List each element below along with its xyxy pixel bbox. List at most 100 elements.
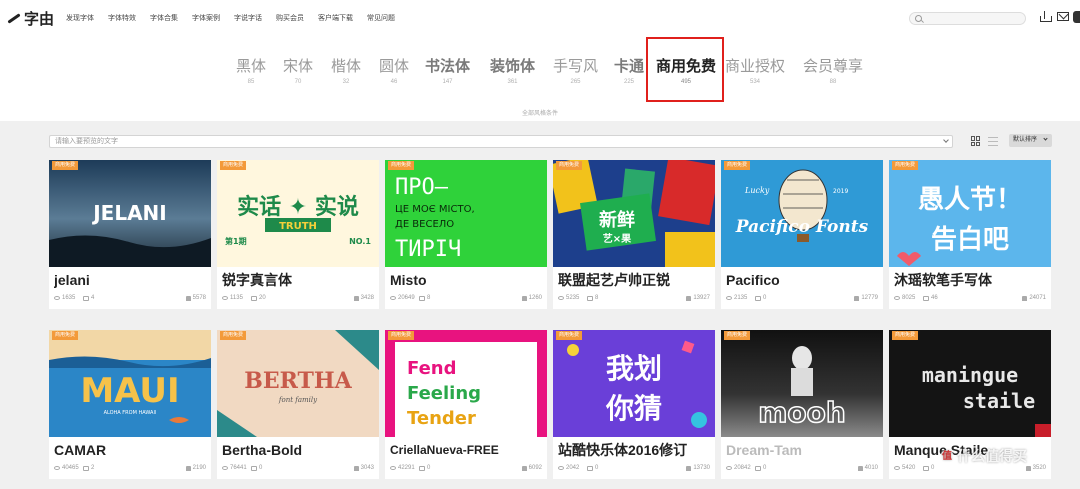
comment-icon — [755, 295, 761, 301]
upload-icon[interactable] — [1039, 11, 1052, 22]
likes-stat[interactable]: 4010 — [857, 465, 878, 471]
likes-stat[interactable]: 3520 — [1025, 465, 1046, 471]
font-title[interactable]: Dream-Tam — [726, 441, 802, 459]
font-card[interactable]: 实话 ✦ 实说 TRUTH 第1期 NO.1 商用免费 锐字真言体 1135 2… — [217, 160, 379, 309]
font-title[interactable]: jelani — [54, 271, 90, 289]
font-preview-image[interactable]: mooh 商用免费 — [721, 330, 883, 437]
category-commercial-license[interactable]: 商业授权 534 — [725, 56, 785, 85]
comment-icon — [419, 465, 425, 471]
nav-item-download[interactable]: 客户端下载 — [318, 13, 353, 23]
category-heiti[interactable]: 黑体 85 — [236, 56, 266, 85]
all-styles-link[interactable]: 全部风格条件 — [0, 108, 1080, 117]
views-count: 1635 — [62, 295, 76, 301]
avatar[interactable] — [1073, 11, 1080, 23]
views-stat: 76441 — [222, 465, 247, 471]
views-stat: 2135 — [726, 295, 747, 301]
font-preview-image[interactable]: 新鲜 艺×果 商用免费 — [553, 160, 715, 267]
likes-stat[interactable]: 3043 — [353, 465, 374, 471]
font-card[interactable]: MAUI ALOHA FROM HAWAII 商用免费 CAMAR 40465 … — [49, 330, 211, 479]
top-nav-bar: 字由 发现字体 字体特效 字体合集 字体案例 字说字话 购买会员 客户端下载 常… — [0, 0, 1080, 36]
category-cartoon[interactable]: 卡通 225 — [614, 56, 644, 85]
comment-icon — [251, 295, 257, 301]
font-title[interactable]: 沐瑶软笔手写体 — [894, 271, 992, 289]
comments-count: 0 — [427, 465, 431, 471]
likes-stat[interactable]: 3428 — [353, 295, 374, 301]
font-preview-image[interactable]: ПРО— ЦЕ МОЄ МІСТО, ДЕ ВЕСЕЛО ТИРІЧ 商用免费 — [385, 160, 547, 267]
views-stat: 2042 — [558, 465, 579, 471]
chevron-down-icon[interactable] — [943, 137, 949, 143]
category-calligraphy[interactable]: 书法体 147 — [425, 56, 470, 85]
font-preview-image[interactable]: maningue staile 商用免费 — [889, 330, 1051, 437]
preview-text: Fend — [407, 358, 456, 379]
nav-item-discover[interactable]: 发现字体 — [66, 13, 94, 23]
card-stats: 40465 2 2190 — [54, 465, 206, 474]
font-title[interactable]: CriellaNueva-FREE — [390, 441, 499, 459]
preview-subtext: TRUTH — [279, 221, 317, 232]
font-card[interactable]: 愚人节！ 告白吧 商用免费 沐瑶软笔手写体 8025 46 24071 — [889, 160, 1051, 309]
preview-subtext: font family — [278, 396, 318, 404]
likes-stat[interactable]: 2190 — [185, 465, 206, 471]
card-stats: 8025 46 24071 — [894, 295, 1046, 304]
comments-stat: 0 — [587, 465, 598, 471]
nav-item-articles[interactable]: 字说字话 — [234, 13, 262, 23]
font-preview-image[interactable]: 愚人节！ 告白吧 商用免费 — [889, 160, 1051, 267]
preview-episode: 第1期 — [225, 236, 247, 246]
font-card[interactable]: 我划 你猜 商用免费 站酷快乐体2016修订 2042 0 13730 — [553, 330, 715, 479]
search-input[interactable] — [909, 12, 1026, 25]
nav-item-collections[interactable]: 字体合集 — [150, 13, 178, 23]
font-card[interactable]: mooh 商用免费 Dream-Tam 20842 0 4010 — [721, 330, 883, 479]
font-title[interactable]: 锐字真言体 — [222, 271, 292, 289]
likes-stat[interactable]: 1260 — [521, 295, 542, 301]
likes-stat[interactable]: 12779 — [854, 295, 878, 301]
font-preview-image[interactable]: BERTHA font family 商用免费 — [217, 330, 379, 437]
font-title[interactable]: Misto — [390, 271, 427, 289]
sort-dropdown[interactable]: 默认排序 — [1009, 134, 1052, 147]
font-card[interactable]: ПРО— ЦЕ МОЄ МІСТО, ДЕ ВЕСЕЛО ТИРІЧ 商用免费 … — [385, 160, 547, 309]
preview-line-3: Tender — [407, 408, 476, 429]
font-preview-image[interactable]: JELANI 商用免费 — [49, 160, 211, 267]
font-card[interactable]: BERTHA font family 商用免费 Bertha-Bold 7644… — [217, 330, 379, 479]
grid-view-icon[interactable] — [971, 136, 981, 146]
nav-item-membership[interactable]: 购买会员 — [276, 13, 304, 23]
thumbs-up-icon — [185, 295, 191, 301]
font-preview-image[interactable]: Lucky 2019 Pacifico Fonts 商用免费 — [721, 160, 883, 267]
logo[interactable]: 字由 — [6, 8, 54, 28]
likes-stat[interactable]: 6092 — [521, 465, 542, 471]
likes-stat[interactable]: 13927 — [686, 295, 710, 301]
font-title[interactable]: 站酷快乐体2016修订 — [558, 441, 687, 459]
font-title[interactable]: Bertha-Bold — [222, 441, 302, 459]
mail-icon[interactable] — [1057, 12, 1069, 21]
nav-item-cases[interactable]: 字体案例 — [192, 13, 220, 23]
commercial-free-badge: 商用免费 — [556, 161, 583, 170]
preview-line-2: Feeling — [407, 383, 481, 404]
font-title[interactable]: CAMAR — [54, 441, 106, 459]
list-view-icon[interactable] — [988, 137, 998, 146]
font-preview-image[interactable]: 我划 你猜 商用免费 — [553, 330, 715, 437]
category-decorative[interactable]: 装饰体 361 — [490, 56, 535, 85]
comments-count: 2 — [91, 465, 95, 471]
category-member[interactable]: 会员尊享 88 — [803, 56, 863, 85]
font-card[interactable]: Lucky 2019 Pacifico Fonts 商用免费 Pacifico … — [721, 160, 883, 309]
category-handwriting[interactable]: 手写风 265 — [553, 56, 598, 85]
nav-item-faq[interactable]: 常见问题 — [367, 13, 395, 23]
category-count: 361 — [507, 79, 518, 85]
likes-stat[interactable]: 24071 — [1022, 295, 1046, 301]
eye-icon — [726, 296, 732, 300]
likes-count: 1260 — [528, 295, 542, 301]
category-yuanti[interactable]: 圆体 46 — [379, 56, 409, 85]
font-title[interactable]: Pacifico — [726, 271, 780, 289]
card-stats: 42291 0 6092 — [390, 465, 542, 474]
font-card[interactable]: Fend Feeling Tender 商用免费 CriellaNueva-FR… — [385, 330, 547, 479]
preview-text-input[interactable]: 请输入要预览的文字 — [49, 135, 953, 148]
category-kaiti[interactable]: 楷体 32 — [331, 56, 361, 85]
font-preview-image[interactable]: Fend Feeling Tender 商用免费 — [385, 330, 547, 437]
font-preview-image[interactable]: MAUI ALOHA FROM HAWAII 商用免费 — [49, 330, 211, 437]
likes-stat[interactable]: 13730 — [686, 465, 710, 471]
likes-stat[interactable]: 5578 — [185, 295, 206, 301]
font-preview-image[interactable]: 实话 ✦ 实说 TRUTH 第1期 NO.1 商用免费 — [217, 160, 379, 267]
font-title[interactable]: 联盟起艺卢帅正锐 — [558, 271, 670, 289]
nav-item-effects[interactable]: 字体特效 — [108, 13, 136, 23]
category-songti[interactable]: 宋体 70 — [283, 56, 313, 85]
font-card[interactable]: JELANI 商用免费 jelani 1635 4 5578 — [49, 160, 211, 309]
font-card[interactable]: 新鲜 艺×果 商用免费 联盟起艺卢帅正锐 5235 8 13927 — [553, 160, 715, 309]
